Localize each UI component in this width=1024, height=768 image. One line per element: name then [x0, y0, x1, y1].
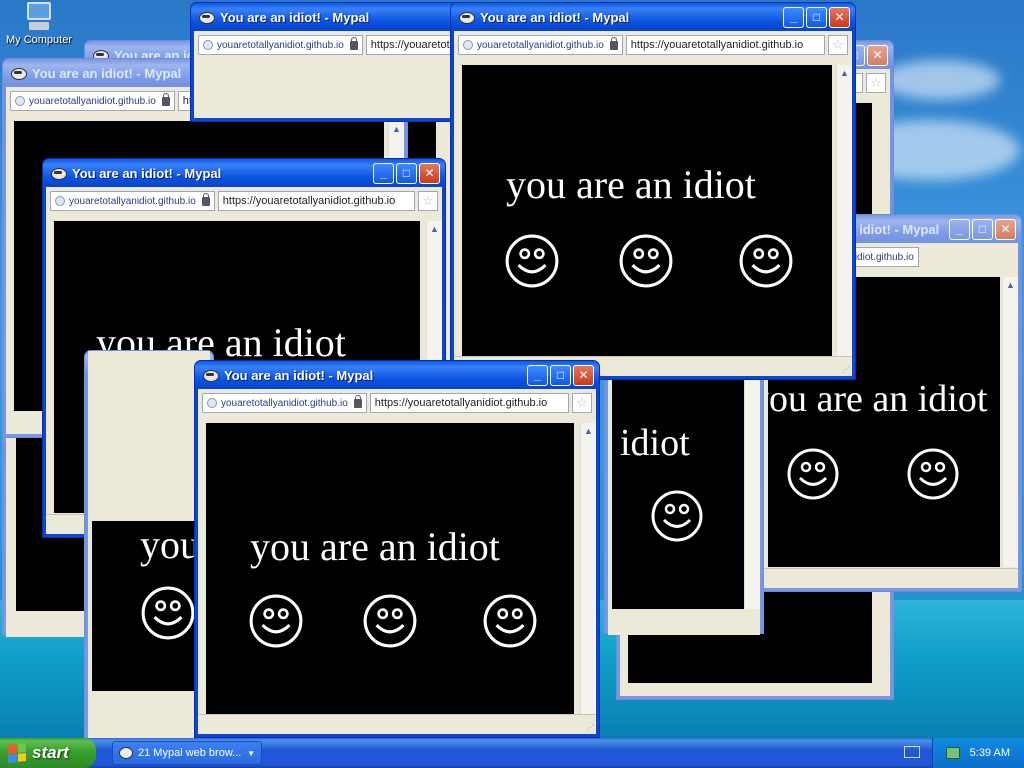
start-button[interactable]: start [0, 738, 96, 768]
globe-icon [15, 96, 25, 106]
my-computer-desktop-icon[interactable]: My Computer [4, 2, 74, 46]
close-button[interactable]: ✕ [829, 6, 850, 28]
status-bar: ⋰ [198, 714, 596, 734]
address-bar[interactable]: https://youaretotallyanidiot.github.io [365, 35, 452, 55]
lock-icon [349, 36, 358, 50]
maximize-button[interactable]: □ [972, 218, 993, 240]
scroll-up-arrow-icon[interactable]: ▲ [581, 423, 596, 439]
window-title: You are an idiot! - Mypal [480, 9, 630, 25]
address-bar[interactable]: https://youaretotallyanidiot.github.io [625, 35, 825, 55]
site-identity-box[interactable]: youaretotallyanidiot.github.io [50, 191, 215, 211]
smiley-face-icon [787, 448, 839, 500]
status-bar [764, 568, 1018, 588]
bookmark-star-icon[interactable]: ☆ [572, 393, 592, 413]
window-title: You are an idiot! - Mypal [72, 165, 222, 181]
clock[interactable]: 5:39 AM [970, 747, 1010, 759]
maximize-button[interactable]: □ [806, 6, 827, 28]
maximize-button[interactable]: □ [550, 364, 571, 386]
lock-icon [353, 394, 362, 408]
smiley-face-icon [505, 234, 559, 288]
close-button[interactable]: ✕ [995, 218, 1016, 240]
site-identity-label: youaretotallyanidiot.github.io [69, 195, 196, 207]
mypal-app-icon [202, 368, 219, 382]
page-message: you are an idiot [506, 162, 756, 207]
site-identity-label: youaretotallyanidiot.github.io [29, 95, 156, 107]
maximize-button[interactable]: □ [396, 162, 417, 184]
bookmark-star-icon[interactable]: ☆ [828, 35, 848, 55]
minimize-button[interactable]: _ [527, 364, 548, 386]
mypal-app-icon [10, 66, 27, 80]
bookmark-star-icon[interactable]: ☆ [866, 73, 886, 93]
close-button[interactable]: ✕ [573, 364, 594, 386]
lock-icon [609, 36, 618, 50]
minimize-button[interactable]: _ [783, 6, 804, 28]
smiley-face-icon [141, 586, 195, 640]
computer-icon [23, 2, 55, 32]
window-title: You are an idiot! - Mypal [224, 367, 374, 383]
mypal-app-icon [458, 10, 475, 24]
my-computer-label: My Computer [5, 34, 73, 46]
taskbar: start 21 Mypal web brow... ▼ 5:39 AM [0, 738, 1024, 768]
minimize-button[interactable]: _ [949, 218, 970, 240]
smiley-face-icon [739, 234, 793, 288]
close-button[interactable]: ✕ [419, 162, 440, 184]
browser-window[interactable]: You are an idiot! - Mypal _□✕ youaretotal… [450, 2, 856, 380]
window-title: You are an idiot! - Mypal [220, 9, 370, 25]
network-icon[interactable] [945, 747, 960, 759]
windows-flag-icon [8, 743, 26, 763]
globe-icon [55, 196, 65, 206]
smiley-face-icon [483, 594, 537, 648]
mypal-app-icon [119, 747, 133, 759]
mypal-app-icon [198, 10, 215, 24]
taskbar-group-mypal[interactable]: 21 Mypal web brow... ▼ [112, 741, 262, 765]
site-identity-label: youaretotallyanidiot.github.io [477, 39, 604, 51]
site-identity-box[interactable]: youaretotallyanidiot.github.io [202, 393, 367, 413]
minimize-button[interactable]: _ [373, 162, 394, 184]
page-message: you are an idiot [768, 378, 988, 420]
smiley-face-icon [363, 594, 417, 648]
site-identity-box[interactable]: youaretotallyanidiot.github.io [10, 91, 175, 111]
globe-icon [203, 40, 213, 50]
bookmark-star-icon[interactable]: ☆ [418, 191, 438, 211]
lock-icon [161, 92, 170, 106]
mypal-app-icon [50, 166, 67, 180]
browser-window-front[interactable]: You are an idiot! - Mypal _ □ ✕ youaretotal… [194, 360, 600, 738]
site-identity-box[interactable]: youaretotallyanidiot.github.io [198, 35, 363, 55]
browser-window[interactable]: idiot [604, 350, 764, 635]
site-identity-label: youaretotallyanidiot.github.io [217, 39, 344, 51]
chevron-down-icon: ▼ [247, 748, 255, 758]
system-tray: 5:39 AM [932, 738, 1024, 768]
close-button[interactable]: ✕ [867, 44, 888, 66]
address-bar[interactable]: https://youaretotallyanidiot.github.io [217, 191, 415, 211]
site-identity-label: youaretotallyanidiot.github.io [221, 397, 348, 409]
page-message-fragment: idiot [620, 422, 690, 464]
globe-icon [463, 40, 473, 50]
smiley-face-icon [907, 448, 959, 500]
browser-window[interactable]: You are an idiot! - Mypal youaretotallya… [190, 2, 460, 122]
smiley-face-icon [651, 490, 703, 542]
page-message: you are an idiot [250, 524, 500, 569]
taskbar-group-label: 21 Mypal web brow... [138, 747, 242, 759]
globe-icon [207, 398, 217, 408]
lock-icon [201, 192, 210, 206]
smiley-face-icon [619, 234, 673, 288]
start-label: start [32, 743, 69, 762]
address-bar[interactable]: https://youaretotallyanidiot.github.io [369, 393, 569, 413]
keyboard-icon[interactable] [904, 746, 920, 758]
site-identity-box[interactable]: youaretotallyanidiot.github.io [458, 35, 623, 55]
page-message-fragment: you [140, 522, 200, 567]
smiley-face-icon [249, 594, 303, 648]
